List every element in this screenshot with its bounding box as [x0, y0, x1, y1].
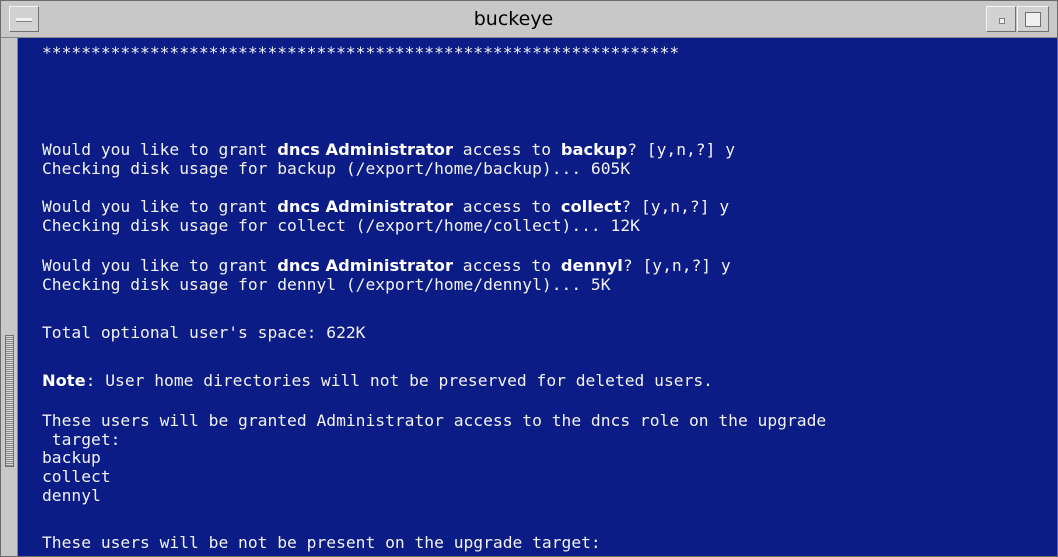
minimize-icon — [999, 18, 1005, 24]
terminal-line: collect — [42, 468, 111, 486]
terminal-text: ? [y,n,?] y — [627, 140, 736, 159]
maximize-button[interactable] — [1017, 6, 1049, 32]
terminal-line: Would you like to grant dncs Administrat… — [42, 141, 735, 159]
scrollbar[interactable] — [1, 38, 18, 556]
terminal-text: ? [y,n,?] y — [621, 197, 730, 216]
terminal-text: Checking disk usage for dennyl (/export/… — [42, 275, 611, 294]
terminal-text: access to — [452, 256, 561, 275]
minimize-button[interactable] — [986, 6, 1016, 32]
terminal-text: ? [y,n,?] y — [622, 256, 731, 275]
terminal-line: dennyl — [42, 487, 101, 505]
terminal-line: These users will be granted Administrato… — [42, 412, 826, 430]
terminal-line: Checking disk usage for collect (/export… — [42, 217, 640, 235]
terminal-text: Would you like to grant — [42, 140, 278, 159]
title-bar[interactable]: buckeye — [1, 1, 1057, 38]
terminal-text: Would you like to grant — [42, 256, 278, 275]
terminal-line: Checking disk usage for dennyl (/export/… — [42, 276, 611, 294]
terminal-text: dennyl — [42, 486, 101, 505]
terminal-text: backup — [42, 448, 101, 467]
window-menu-icon — [16, 18, 32, 22]
terminal-line: Would you like to grant dncs Administrat… — [42, 198, 729, 216]
terminal-line: Would you like to grant dncs Administrat… — [42, 257, 731, 275]
terminal-text: ****************************************… — [42, 43, 680, 62]
terminal-bold-text: collect — [560, 197, 622, 216]
terminal-text: target: — [42, 430, 121, 449]
terminal-line: backup — [42, 449, 101, 467]
maximize-icon — [1025, 12, 1041, 27]
terminal-text: collect — [42, 467, 111, 486]
terminal-text: Checking disk usage for collect (/export… — [42, 216, 640, 235]
terminal-window: buckeye ********************************… — [0, 0, 1058, 557]
terminal-line: Checking disk usage for backup (/export/… — [42, 160, 630, 178]
window-menu-button[interactable] — [9, 6, 39, 32]
terminal-text: These users will be not be present on th… — [42, 533, 601, 552]
terminal-line: target: — [42, 430, 121, 449]
window-title: buckeye — [473, 8, 554, 30]
terminal-text: access to — [452, 197, 561, 216]
terminal-text: Total optional user's space: 622K — [42, 323, 366, 342]
terminal-text: : User home directories will not be pres… — [85, 371, 713, 390]
terminal-text: Checking disk usage for backup (/export/… — [42, 159, 631, 178]
terminal-line: ****************************************… — [42, 44, 679, 62]
terminal-bold-text: Note — [42, 371, 86, 390]
terminal-bold-text: dncs Administrator — [277, 197, 453, 216]
terminal-bold-text: dennyl — [560, 256, 623, 275]
scrollbar-thumb[interactable] — [5, 335, 14, 467]
terminal-bold-text: dncs Administrator — [277, 256, 453, 275]
terminal-text: access to — [452, 140, 561, 159]
terminal-line: Total optional user's space: 622K — [42, 324, 365, 342]
terminal-line: Note: User home directories will not be … — [42, 372, 713, 390]
terminal-output[interactable]: ****************************************… — [18, 38, 1057, 556]
terminal-text: Would you like to grant — [42, 197, 278, 216]
terminal-bold-text: backup — [560, 140, 628, 159]
terminal-line: These users will be not be present on th… — [42, 534, 601, 552]
terminal-bold-text: dncs Administrator — [277, 140, 453, 159]
terminal-text: These users will be granted Administrato… — [42, 411, 827, 430]
